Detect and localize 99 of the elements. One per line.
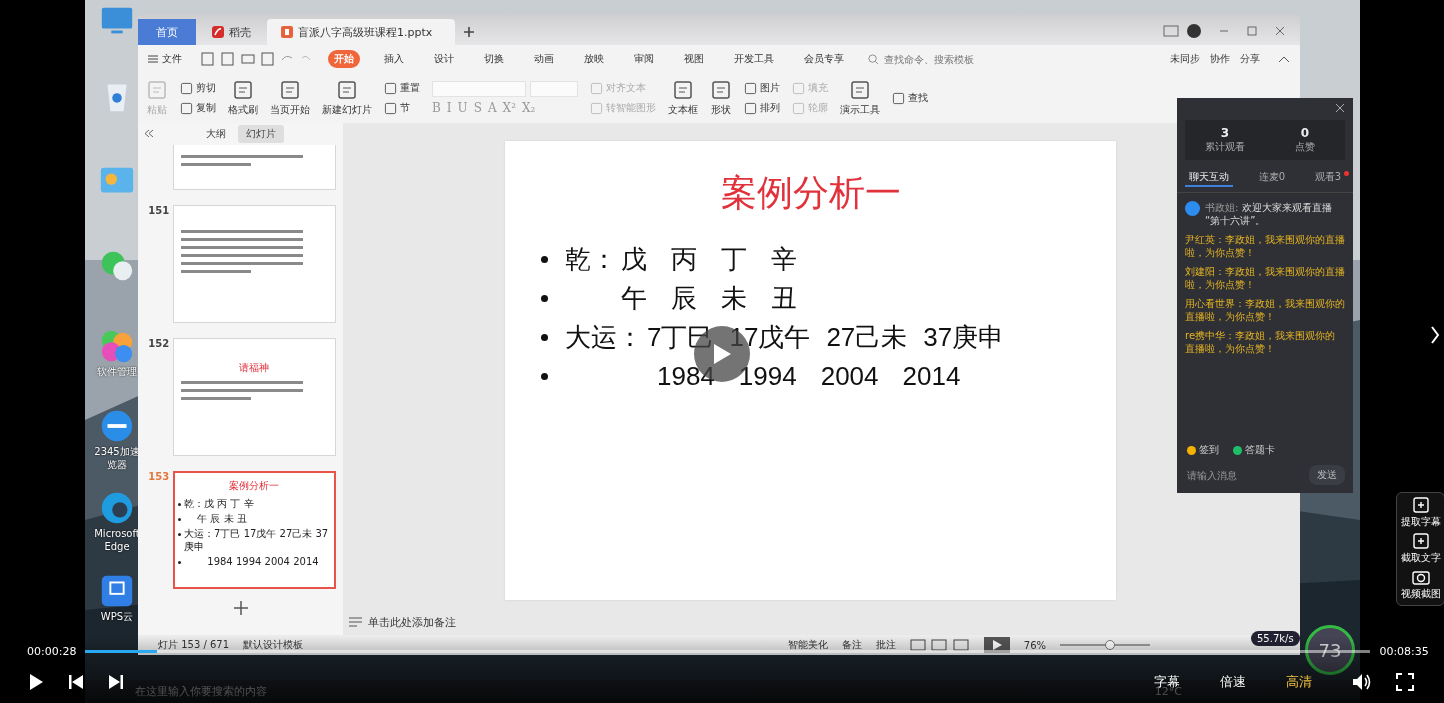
toolbar-button[interactable]: 排列 [744,101,780,115]
stat-value: 3 [1220,126,1230,140]
slide-text: 2014 [902,361,961,392]
side-tool-button[interactable]: 提取字幕 [1400,497,1441,529]
template-name[interactable]: 默认设计模板 [243,638,304,652]
ribbon-tab[interactable]: 放映 [578,50,610,68]
thumbnail-text: 大运：7丁巳 17戊午 27己未 37庚申 [184,527,330,553]
tab-label: 首页 [156,24,178,40]
slide-text: 辰 [671,282,697,315]
toolbar-button[interactable]: 新建幻灯片 [322,79,372,117]
notes-placeholder[interactable]: 单击此处添加备注 [368,614,456,630]
icon-label: WPS云 [100,610,134,623]
chat-tab[interactable]: 连麦0 [1254,170,1289,185]
total-time: 00:08:35 [1379,644,1429,658]
icon-label: 览器 [107,458,127,471]
command-search-field[interactable]: 查找命令、搜索模板 [868,52,996,66]
toolbar-button[interactable]: 剪切 [180,81,216,95]
slide-text: 辛 [771,243,797,276]
toolbar-button[interactable]: 形状 [710,79,732,117]
slide-text: 丑 [771,282,797,315]
thumbnail-title: 请福神 [239,361,270,375]
toolbar-button[interactable]: 图片 [744,81,780,95]
toolbar-button[interactable]: 格式刷 [228,79,258,117]
chat-action[interactable]: 答题卡 [1233,443,1275,457]
toolbar-action[interactable]: 未同步 [1170,52,1200,66]
toolbar-button[interactable]: 文本框 [668,79,698,117]
slide-text: 1984 [657,361,715,392]
slide-title: 案例分析一 [719,171,902,215]
side-tool-button[interactable]: 截取文字 [1400,533,1441,565]
toolbar-button[interactable]: 当页开始 [270,79,310,117]
status-button[interactable]: 批注 [875,638,896,652]
chat-action[interactable]: 签到 [1187,443,1219,457]
toolbar-button[interactable]: 重置 [384,81,420,95]
chat-message: 用心看世界：李政姐，我来围观你的直播啦，为你点赞！ [1185,297,1345,323]
thumbnail-text: 午 辰 未 丑 [196,512,247,525]
stat-label: 累计观看 [1205,140,1245,154]
speed-text: 55.7k/s [1257,633,1294,644]
slide-text: 37庚申 [923,321,1005,354]
slide-text: 未 [721,282,747,315]
status-button[interactable]: 智能美化 [787,638,828,652]
toolbar-button[interactable]: 节 [384,101,420,115]
zoom-level[interactable]: 76% [1023,639,1046,651]
tab-label: 稻壳 [229,24,251,40]
thumbnail-text: 1984 1994 2004 2014 [206,555,319,568]
tab-label: 盲派八字高级班课程1.pptx [298,24,433,40]
chat-message: 刘建阳：李政姐，我来围观你的直播啦，为你点赞！ [1185,265,1345,291]
toolbar-action[interactable]: 协作 [1210,52,1230,66]
icon-label: 2345加速 [94,445,140,458]
document-tab[interactable]: 首页 [138,19,196,45]
slide-counter: 灯片 153 / 671 [158,638,230,652]
slide-number: 152 [147,338,170,351]
send-button[interactable]: 发送 [1309,465,1345,485]
document-tab[interactable]: 盲派八字高级班课程1.pptx [267,19,455,45]
icon-label: 软件管理 [97,365,137,378]
ribbon-tab[interactable]: 开发工具 [728,50,780,68]
slide-thumbnail[interactable]: 请福神 [173,338,336,456]
stat-value: 0 [1300,126,1310,140]
ribbon-tab[interactable]: 切换 [478,50,510,68]
status-button[interactable]: 备注 [841,638,862,652]
slide-text: 戊 [621,243,647,276]
slide-text: 午 [621,282,647,315]
slide-text: 27己未 [826,321,908,354]
slide-thumbnail[interactable]: 案例分析一 乾：戊 丙 丁 辛 午 辰 未 丑 大运：7丁巳 17戊午 27己未 37庚申 1984 1994 2004 2014 [173,471,336,589]
player-option[interactable]: 高清 [1286,673,1312,691]
slide-text: 乾： [565,243,618,276]
chat-tab[interactable]: 聊天互动 [1185,170,1233,187]
ribbon-tab[interactable]: 视图 [678,50,710,68]
toolbar-button[interactable]: 查找 [892,91,928,105]
chat-message: 尹红英：李政姐，我来围观你的直播啦，为你点赞！ [1185,233,1345,259]
slide-text: 17戊午 [729,321,811,354]
ribbon-tab[interactable]: 插入 [378,50,410,68]
current-time: 00:00:28 [27,644,77,658]
slide-number: 151 [147,205,170,218]
panel-tab[interactable]: 大纲 [198,125,234,143]
slide-text: 2004 [820,361,879,392]
side-tool-button[interactable]: 视频截图 [1400,569,1441,601]
thumbnail-title: 案例分析一 [229,479,280,493]
thumbnail-text: 乾：戊 丙 丁 辛 [184,497,254,510]
player-option[interactable]: 倍速 [1220,673,1246,691]
toolbar-button[interactable]: 复制 [180,101,216,115]
message-field[interactable]: 请输入消息 [1185,468,1269,482]
slide-text: 1994 [738,361,797,392]
slide-text: 丁 [721,243,747,276]
stat-label: 点赞 [1295,140,1315,154]
ribbon-tab[interactable]: 设计 [428,50,460,68]
slide-number: 153 [147,471,170,484]
file-menu[interactable]: 文件 [148,52,182,66]
ribbon-tab[interactable]: 动画 [528,50,560,68]
document-tab[interactable]: 稻壳 [198,19,265,45]
toolbar-action[interactable]: 分享 [1240,52,1260,66]
slide-text: 丙 [671,243,697,276]
ribbon-tab[interactable]: 审阅 [628,50,660,68]
slide-text: 大运： [565,321,644,354]
toolbar-button[interactable]: 演示工具 [840,79,880,117]
panel-tab[interactable]: 幻灯片 [238,125,284,143]
chat-message: re携中华：李政姐，我来围观你的直播啦，为你点赞！ [1185,329,1337,355]
chat-message: 书政姐: 欢迎大家来观看直播 “第十六讲”。 [1205,201,1333,227]
ribbon-tab[interactable]: 会员专享 [798,50,850,68]
icon-label: Edge [104,540,130,553]
